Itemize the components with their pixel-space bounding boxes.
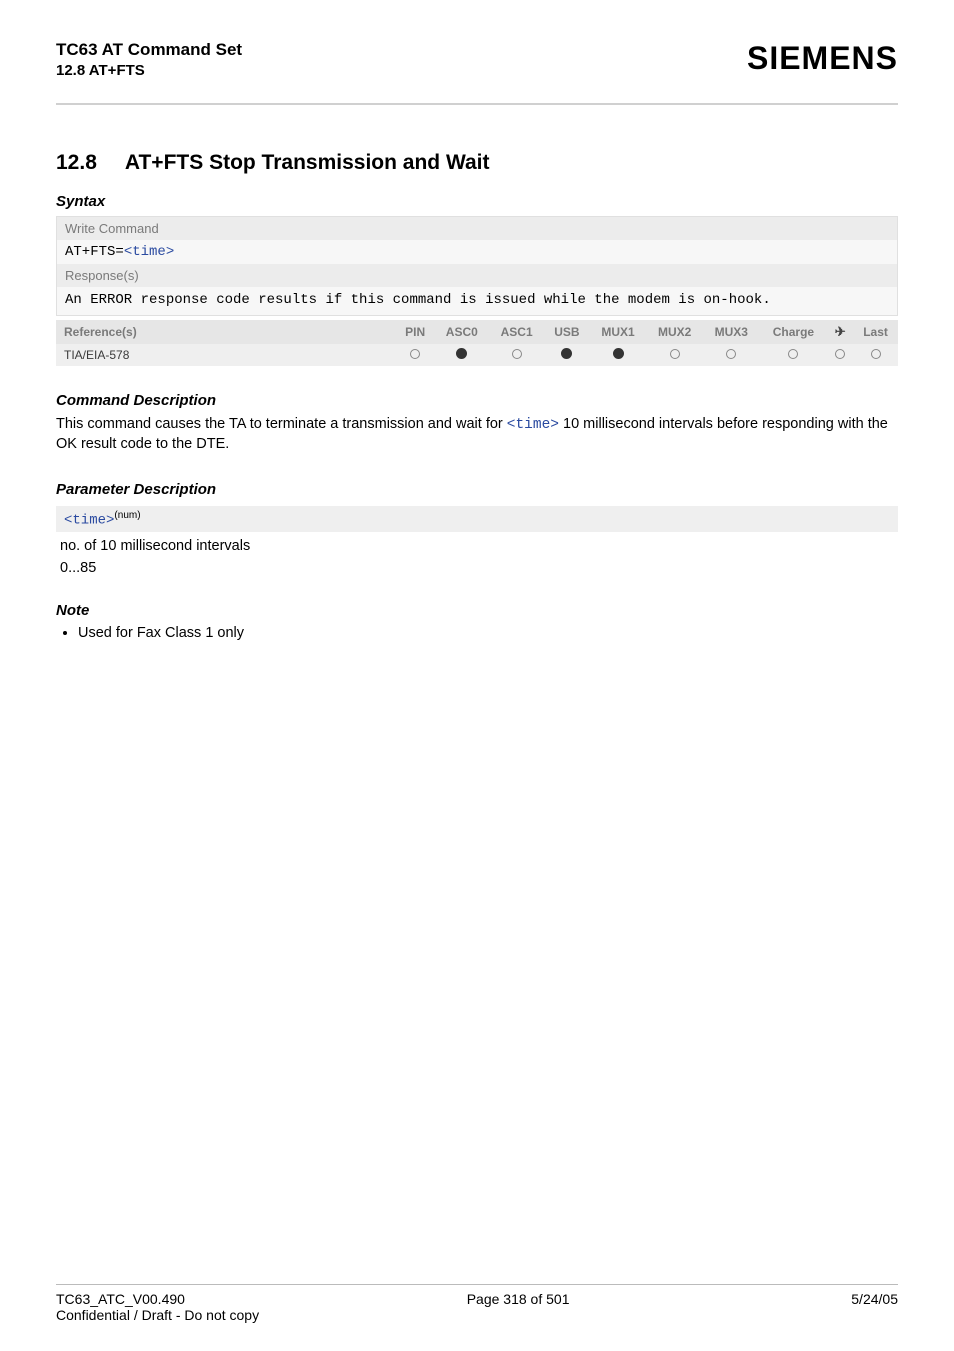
cmd-desc-before: This command causes the TA to terminate … [56,416,507,432]
circle-open-icon [512,349,522,359]
command-description-text: This command causes the TA to terminate … [56,415,898,455]
param-desc-1: no. of 10 millisecond intervals [56,538,898,554]
ref-cell-asc0 [434,344,489,366]
ref-header-airplane: ✈ [827,320,853,344]
ref-cell-mux2 [646,344,703,366]
note-heading: Note [56,602,898,619]
circle-filled-icon [561,348,572,359]
ref-header-mux1: MUX1 [590,320,647,344]
page-header: TC63 AT Command Set 12.8 AT+FTS SIEMENS [56,40,898,79]
section-heading: 12.8 AT+FTS Stop Transmission and Wait [56,151,898,175]
ref-header-usb: USB [544,320,590,344]
ref-header-asc0: ASC0 [434,320,489,344]
ref-cell-asc1 [489,344,544,366]
code-param: <time> [124,244,174,260]
param-code: <time> [64,512,114,528]
parameter-description-heading: Parameter Description [56,481,898,498]
doc-title: TC63 AT Command Set [56,40,242,60]
write-command-code: AT+FTS=<time> [57,240,897,264]
circle-open-icon [670,349,680,359]
footer-center: Page 318 of 501 [467,1291,570,1307]
ref-cell-mux1 [590,344,647,366]
circle-open-icon [726,349,736,359]
responses-label: Response(s) [57,264,897,287]
ref-table-body-row: TIA/EIA-578 [56,344,898,366]
ref-cell-airplane [827,344,853,366]
section-number: 12.8 [56,151,97,175]
write-command-label: Write Command [57,217,897,240]
param-desc-2: 0...85 [56,560,898,576]
ref-cell-charge [760,344,828,366]
ref-value: TIA/EIA-578 [56,344,396,366]
ref-header-pin: PIN [396,320,434,344]
ref-cell-pin [396,344,434,366]
circle-filled-icon [613,348,624,359]
circle-open-icon [871,349,881,359]
footer-right: 5/24/05 [851,1291,898,1307]
ref-cell-mux3 [703,344,760,366]
airplane-icon: ✈ [835,324,846,340]
code-prefix: AT+FTS= [65,244,124,260]
header-left: TC63 AT Command Set 12.8 AT+FTS [56,40,242,79]
ref-header-references: Reference(s) [56,320,396,344]
ref-header-mux2: MUX2 [646,320,703,344]
ref-table-header-row: Reference(s) PIN ASC0 ASC1 USB MUX1 MUX2… [56,320,898,344]
responses-text: An ERROR response code results if this c… [57,287,897,315]
syntax-label: Syntax [56,193,898,210]
ref-header-last: Last [853,320,898,344]
ref-cell-usb [544,344,590,366]
note-item: Used for Fax Class 1 only [78,625,898,641]
doc-section-ref: 12.8 AT+FTS [56,62,242,79]
note-list: Used for Fax Class 1 only [56,625,898,641]
circle-filled-icon [456,348,467,359]
ref-cell-last [853,344,898,366]
header-divider [56,103,898,105]
syntax-box: Write Command AT+FTS=<time> Response(s) … [56,216,898,316]
brand-logo: SIEMENS [747,40,898,77]
circle-open-icon [835,349,845,359]
footer-left: TC63_ATC_V00.490 [56,1291,185,1307]
param-sup: (num) [114,510,140,521]
footer-sub: Confidential / Draft - Do not copy [56,1307,898,1323]
cmd-desc-inline-code: <time> [507,417,559,433]
parameter-code-box: <time>(num) [56,506,898,533]
command-description-heading: Command Description [56,392,898,409]
ref-header-charge: Charge [760,320,828,344]
circle-open-icon [788,349,798,359]
reference-table: Reference(s) PIN ASC0 ASC1 USB MUX1 MUX2… [56,320,898,366]
section-title: AT+FTS Stop Transmission and Wait [125,151,490,175]
circle-open-icon [410,349,420,359]
page-footer: TC63_ATC_V00.490 Page 318 of 501 5/24/05… [56,1284,898,1351]
ref-header-asc1: ASC1 [489,320,544,344]
footer-divider [56,1284,898,1285]
ref-header-mux3: MUX3 [703,320,760,344]
